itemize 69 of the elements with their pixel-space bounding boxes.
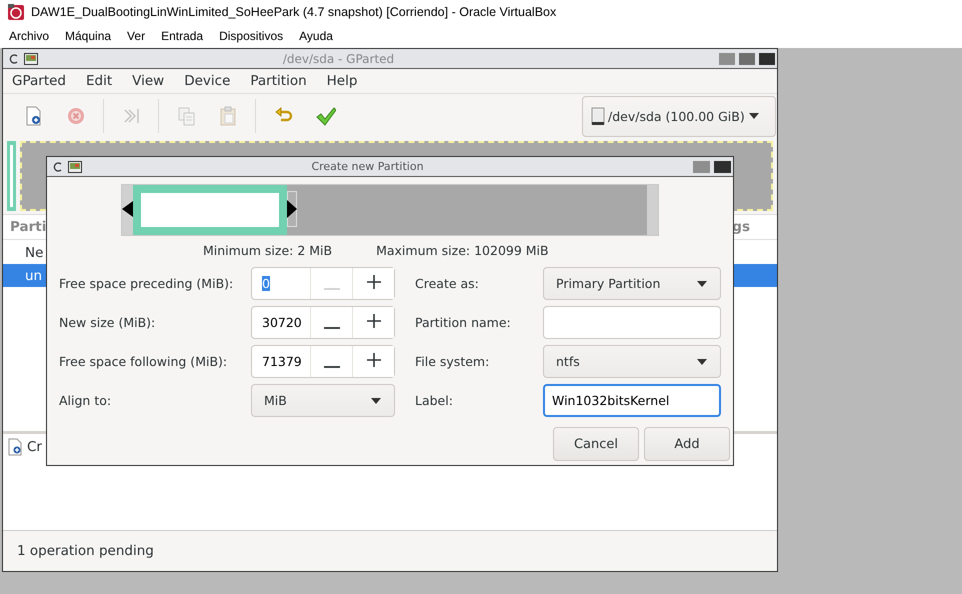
menu-item[interactable]: View bbox=[132, 73, 164, 89]
field-label: Free space following (MiB): bbox=[59, 354, 228, 369]
virtualbox-icon bbox=[7, 3, 25, 21]
plus-button[interactable] bbox=[352, 268, 394, 299]
menu-item[interactable]: Archivo bbox=[9, 29, 50, 43]
menu-item[interactable]: Dispositivos bbox=[219, 29, 284, 43]
dialog-title: Create new Partition bbox=[310, 160, 425, 173]
field-label: New size (MiB): bbox=[59, 315, 156, 330]
plus-icon bbox=[366, 352, 382, 368]
debian-swirl-icon bbox=[8, 52, 20, 64]
text-field[interactable] bbox=[543, 306, 721, 339]
apply-checkmark-icon bbox=[314, 105, 336, 127]
plus-icon bbox=[366, 274, 382, 290]
status-text: 1 operation pending bbox=[17, 543, 154, 559]
dialog-button[interactable]: Add bbox=[644, 427, 730, 461]
caret-icon bbox=[748, 112, 760, 120]
field-label: Label: bbox=[415, 393, 454, 408]
plus-button[interactable] bbox=[352, 307, 394, 338]
operation-item: Cr bbox=[27, 439, 42, 455]
menu-item[interactable]: Ayuda bbox=[299, 29, 333, 43]
field-label: Free space preceding (MiB): bbox=[59, 276, 234, 291]
window-title: DAW1E_DualBootingLinWinLimited_SoHeePark (4.7 snapshot) [Corriendo] - Oracle VirtualBox bbox=[31, 5, 556, 19]
dialog-button[interactable]: Cancel bbox=[553, 427, 639, 461]
spin-box[interactable]: 0 bbox=[251, 267, 395, 300]
device-dropdown[interactable]: /dev/sda (100.00 GiB) bbox=[582, 96, 776, 136]
delete-icon bbox=[65, 105, 87, 127]
partition-block[interactable] bbox=[7, 141, 16, 211]
debian-swirl-icon bbox=[52, 160, 64, 172]
number-field[interactable]: 0 bbox=[252, 268, 310, 299]
close-button[interactable] bbox=[714, 160, 731, 172]
window-title: /dev/sda - GParted bbox=[282, 52, 396, 66]
dropdown[interactable]: Primary Partition bbox=[543, 267, 721, 300]
menu-item[interactable]: Ver bbox=[127, 29, 146, 43]
number-field[interactable]: 30720 bbox=[252, 307, 310, 338]
close-button[interactable] bbox=[759, 52, 775, 64]
field-label: Create as: bbox=[415, 276, 480, 291]
new-document-icon bbox=[7, 438, 23, 456]
maximum-size-text: Maximum size: 102099 MiB bbox=[376, 243, 549, 258]
minus-icon bbox=[324, 288, 340, 290]
minus-icon bbox=[324, 327, 340, 329]
maximize-button[interactable] bbox=[739, 52, 755, 64]
column-header[interactable]: Parti bbox=[10, 219, 46, 235]
left-resize-arrow[interactable] bbox=[122, 201, 133, 217]
text-field[interactable]: Win1032bitsKernel bbox=[543, 384, 721, 417]
menu-item[interactable]: Máquina bbox=[65, 29, 112, 43]
menu-item[interactable]: Entrada bbox=[161, 29, 204, 43]
field-label: File system: bbox=[415, 354, 490, 369]
field-label: Partition name: bbox=[415, 315, 512, 330]
caret-icon bbox=[696, 280, 708, 288]
plus-button[interactable] bbox=[352, 346, 394, 377]
menu-item[interactable]: Help bbox=[326, 73, 358, 89]
number-field[interactable]: 71379 bbox=[252, 346, 310, 377]
app-icon bbox=[24, 52, 38, 64]
minimum-size-text: Minimum size: 2 MiB bbox=[203, 243, 332, 258]
minus-icon bbox=[324, 366, 340, 368]
menu-item[interactable]: Device bbox=[184, 73, 230, 89]
field-label: Align to: bbox=[59, 393, 112, 408]
minimize-button[interactable] bbox=[719, 52, 735, 64]
caret-icon bbox=[696, 358, 708, 366]
spin-box[interactable]: 30720 bbox=[251, 306, 395, 339]
plus-icon bbox=[366, 313, 382, 329]
dropdown[interactable]: MiB bbox=[251, 384, 395, 417]
caret-icon bbox=[370, 396, 382, 404]
app-icon bbox=[68, 160, 82, 172]
spin-box[interactable]: 71379 bbox=[251, 345, 395, 378]
menu-item[interactable]: Edit bbox=[86, 73, 112, 89]
menu-item[interactable]: Partition bbox=[250, 73, 307, 89]
menu-item[interactable]: GParted bbox=[12, 73, 66, 89]
dropdown[interactable]: ntfs bbox=[543, 345, 721, 378]
